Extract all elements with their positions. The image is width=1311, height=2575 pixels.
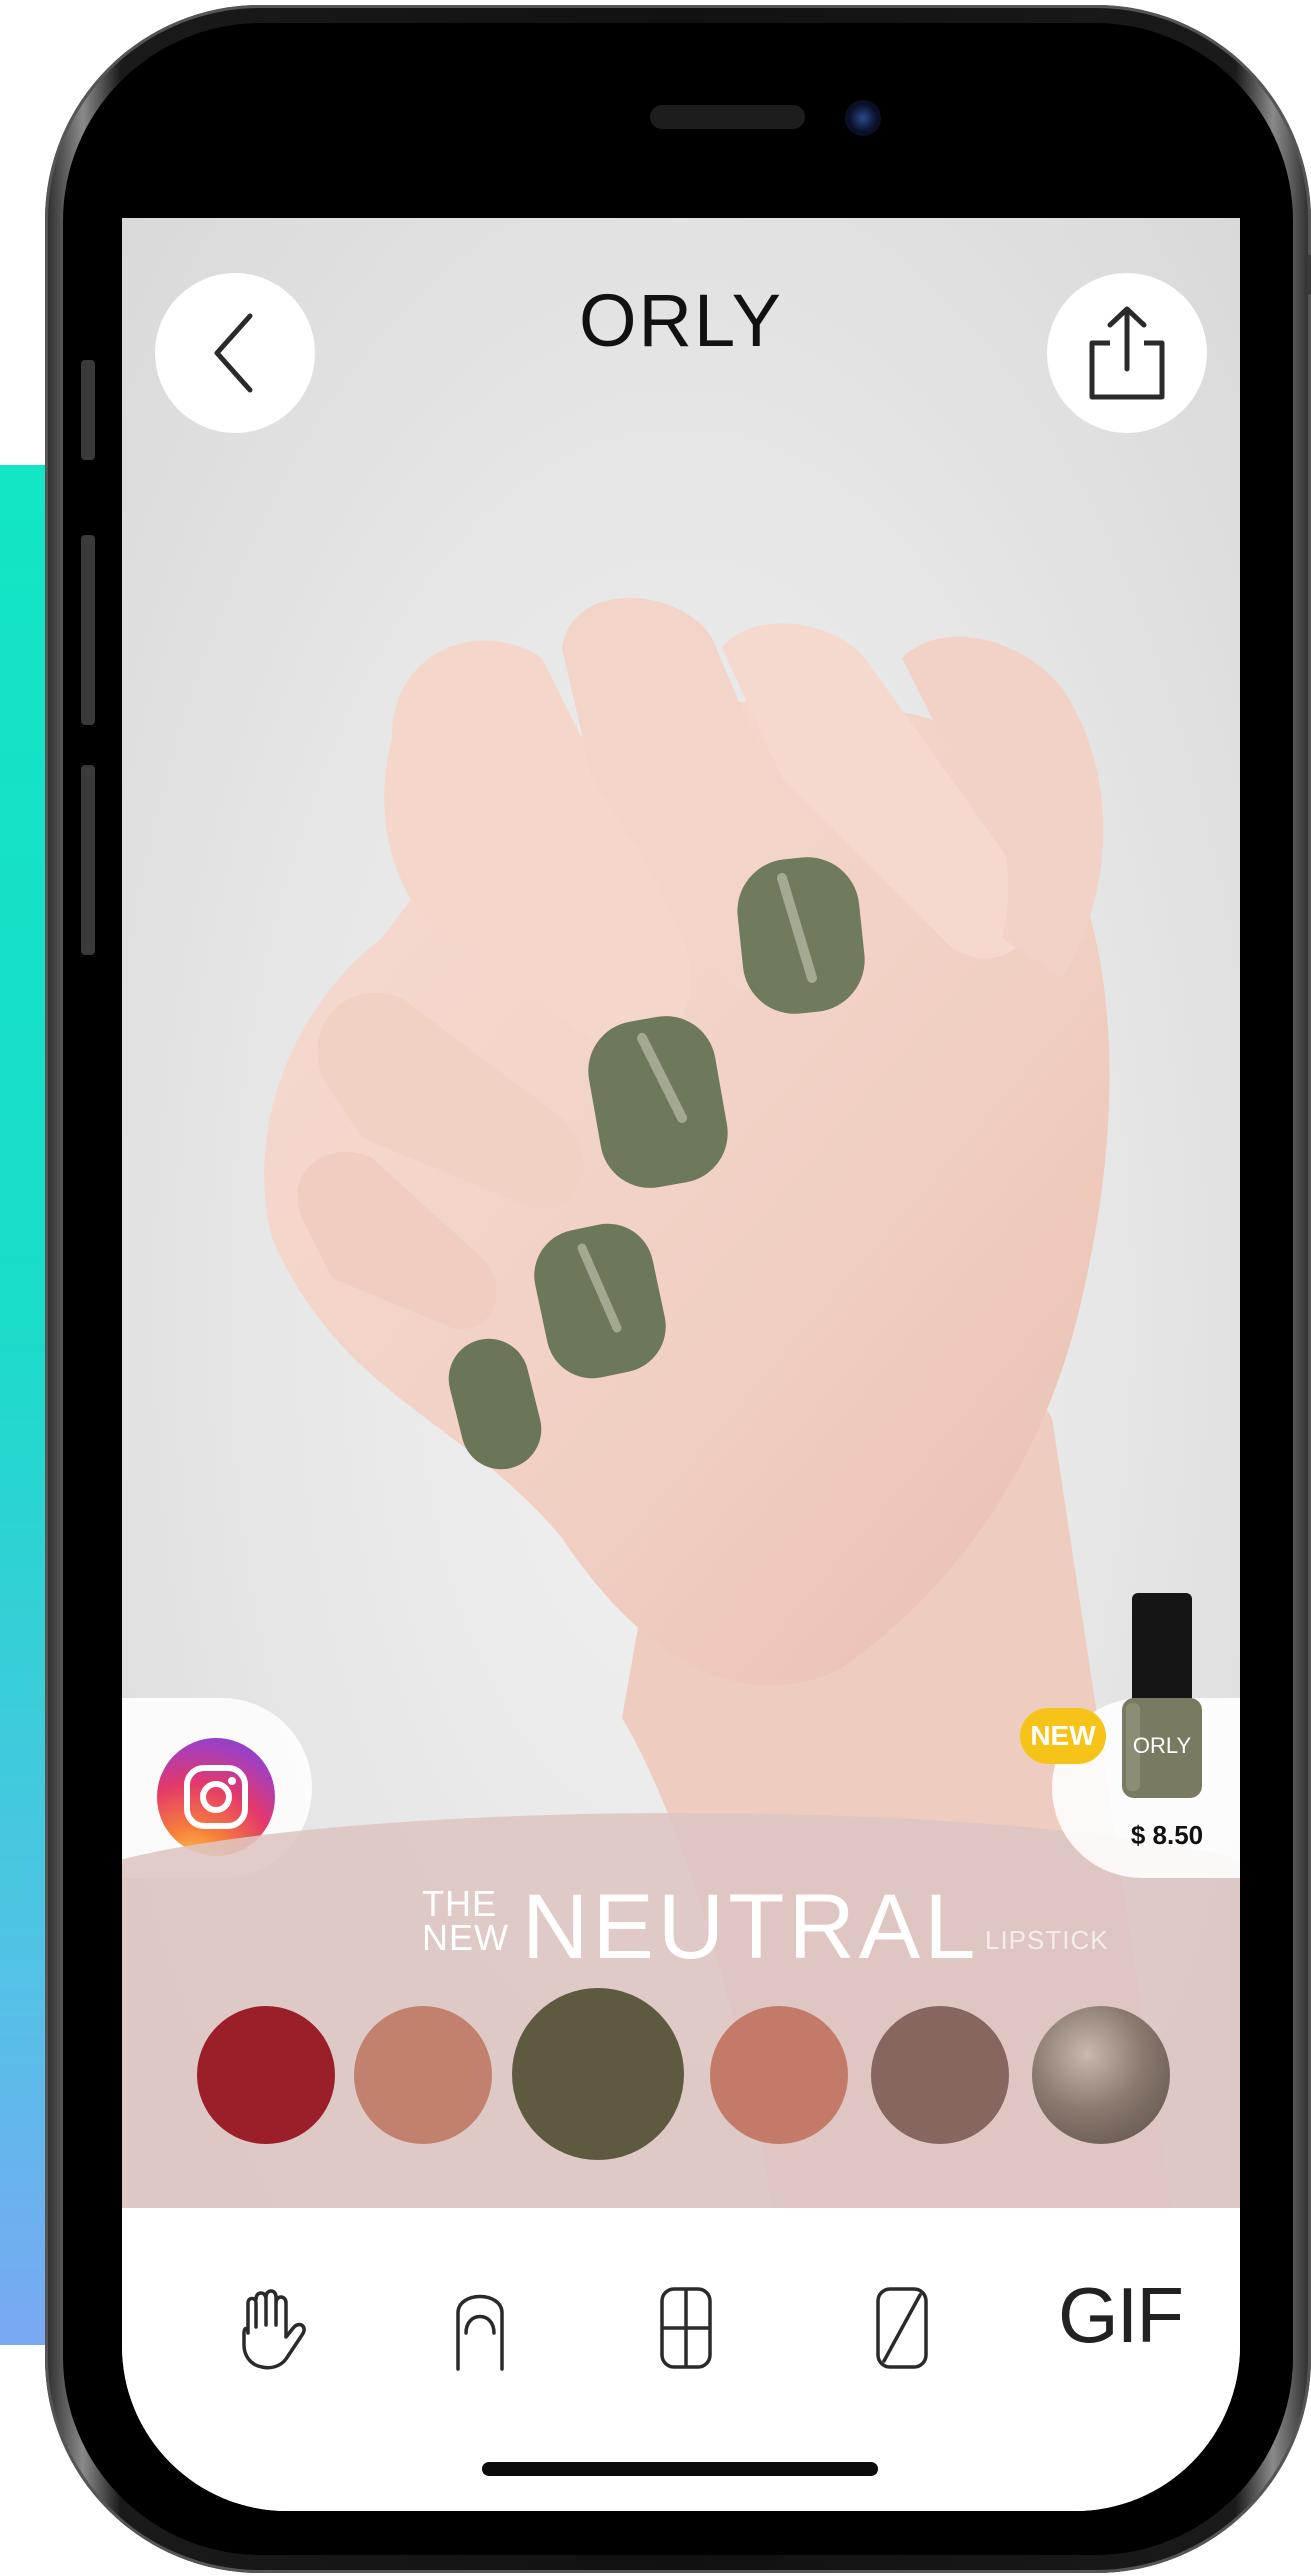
- home-indicator[interactable]: [482, 2462, 878, 2476]
- nail-shape-button[interactable]: [430, 2278, 530, 2378]
- nail-shape-icon: [456, 2294, 504, 2371]
- volume-down-button: [81, 765, 95, 955]
- color-swatch-2[interactable]: [354, 2006, 492, 2144]
- color-swatch-1[interactable]: [197, 2006, 335, 2144]
- app-screen: ORLY ORLY NEW $ 8.50 THE NEW NEUTRAL LIP…: [122, 218, 1240, 2511]
- color-swatch-3[interactable]: [512, 1988, 684, 2160]
- front-camera: [845, 100, 881, 136]
- collection-subtitle: LIPSTICK: [985, 1925, 1109, 1955]
- share-icon: [1089, 306, 1165, 400]
- hand-tool-button[interactable]: [220, 2278, 320, 2378]
- grid-view-button[interactable]: [636, 2278, 736, 2378]
- polish-bottle-image: ORLY: [1112, 1593, 1212, 1818]
- collection-title-prefix-line1: THE: [422, 1883, 497, 1924]
- mute-switch: [81, 360, 95, 460]
- grid-icon: [660, 2287, 712, 2369]
- nail-length-button[interactable]: [852, 2278, 952, 2378]
- color-swatch-6[interactable]: [1032, 2006, 1170, 2144]
- collection-title-prefix-line2: NEW: [422, 1917, 509, 1958]
- power-button: [1307, 255, 1311, 295]
- nail-length-icon: [876, 2287, 928, 2369]
- collection-title-prefix: THE NEW: [422, 1883, 509, 1958]
- new-badge: NEW: [1020, 1708, 1106, 1764]
- product-price: $ 8.50: [1130, 1820, 1204, 1850]
- gif-button[interactable]: GIF: [1058, 2270, 1184, 2361]
- color-swatch-5[interactable]: [871, 2006, 1009, 2144]
- color-swatch-4[interactable]: [710, 2006, 848, 2144]
- volume-up-button: [81, 535, 95, 725]
- hand-icon: [242, 2289, 306, 2370]
- bottle-label: ORLY: [1133, 1733, 1192, 1758]
- share-button[interactable]: [1047, 273, 1207, 433]
- instagram-icon: [184, 1765, 248, 1829]
- earpiece-speaker: [650, 105, 805, 129]
- collection-title-main: NEUTRAL: [522, 1876, 980, 1978]
